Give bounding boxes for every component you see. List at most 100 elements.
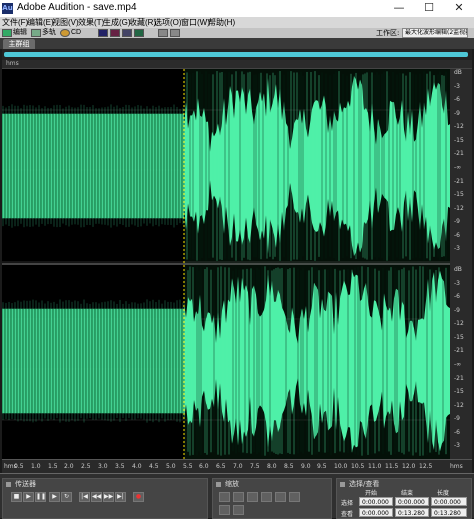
col-length-header: 长度: [437, 490, 450, 497]
menu-edit[interactable]: 编辑(E): [27, 17, 54, 28]
tab-strip: 主群组: [0, 38, 474, 49]
view-end-field[interactable]: 0:13.280: [395, 508, 429, 517]
db-tick-label: -6: [454, 428, 460, 436]
db-tick-label: -3: [454, 442, 460, 450]
zoom-navigator[interactable]: [2, 49, 472, 60]
time-tick-label: 4.0: [132, 463, 142, 470]
time-tick-label: 1.5: [48, 463, 58, 470]
waveform-editor[interactable]: [2, 69, 450, 459]
col-end-header: 结束: [401, 490, 414, 497]
db-tick-label: -12: [454, 401, 464, 409]
cd-view-button[interactable]: CD: [71, 28, 81, 38]
db-tick-label: -∞: [454, 164, 462, 171]
time-tick-label: 2.5: [81, 463, 91, 470]
play-button[interactable]: ▶: [23, 492, 34, 502]
multitrack-view-icon[interactable]: [31, 29, 41, 37]
lower-panels: 传送器 ■ ▶ ❚❚ ▶ ↻ |◀ ◀◀ ▶▶ ▶| ● 缩放 选择/查看 开始…: [0, 473, 474, 519]
zoom-to-left-edge-icon[interactable]: [275, 492, 286, 502]
marquee-tool-icon[interactable]: [170, 29, 180, 37]
workspace-select[interactable]: 最大化波形编辑(2监视器): [402, 28, 468, 38]
db-tick-label: -6: [454, 293, 460, 301]
maximize-button[interactable]: ☐: [414, 0, 444, 17]
row-view-label: 查看: [341, 511, 354, 518]
time-tick-label: 12.0: [402, 463, 416, 470]
time-ruler[interactable]: hms 0.5 1.0 1.5 2.0 2.5 3.0 3.5 4.0 4.5 5.0 5.5 6.0 6…: [2, 459, 472, 473]
edit-view-button[interactable]: 编辑: [13, 28, 27, 38]
display-phase-icon[interactable]: [134, 29, 144, 37]
time-tick-label: 5.5: [183, 463, 193, 470]
db-tick-label: -3: [454, 82, 460, 90]
time-tick-label: 10.0: [334, 463, 348, 470]
time-tick-label: 0.5: [14, 463, 24, 470]
edit-view-icon[interactable]: [2, 29, 12, 37]
db-tick-label: -21: [454, 347, 464, 355]
time-tick-label: 2.0: [64, 463, 74, 470]
play-to-end-button[interactable]: ▶: [49, 492, 60, 502]
db-tick-label: -9: [454, 306, 460, 314]
time-ruler-end-unit: hms: [450, 463, 463, 470]
view-length-field[interactable]: 0:13.280: [431, 508, 467, 517]
time-tick-label: 12.5: [419, 463, 433, 470]
record-button[interactable]: ●: [133, 492, 144, 502]
display-spectral-icon[interactable]: [110, 29, 120, 37]
pause-button[interactable]: ❚❚: [35, 492, 46, 502]
multitrack-view-button[interactable]: 多轨: [42, 28, 56, 38]
zoom-in-vertical-icon[interactable]: [219, 505, 230, 515]
tab-main-group[interactable]: 主群组: [3, 39, 35, 49]
time-tick-label: 6.0: [199, 463, 209, 470]
time-tick-label: 1.0: [31, 463, 41, 470]
menu-generate[interactable]: 生成(G): [103, 17, 131, 28]
minimize-button[interactable]: —: [384, 0, 414, 17]
panel-grip-icon[interactable]: [340, 482, 345, 487]
menu-help[interactable]: 帮助(H): [208, 17, 235, 28]
time-tick-label: 11.0: [368, 463, 382, 470]
panel-grip-icon[interactable]: [216, 482, 221, 487]
zoom-in-horizontal-icon[interactable]: [219, 492, 230, 502]
zoom-out-horizontal-icon[interactable]: [233, 492, 244, 502]
fast-forward-button[interactable]: ▶▶: [103, 492, 114, 502]
time-tick-label: 9.5: [317, 463, 327, 470]
panel-grip-icon[interactable]: [6, 482, 11, 487]
zoom-out-vertical-icon[interactable]: [233, 505, 244, 515]
stop-button[interactable]: ■: [11, 492, 22, 502]
db-tick-label: -21: [454, 150, 464, 158]
rewind-button[interactable]: ◀◀: [91, 492, 102, 502]
top-ruler-unit: hms: [6, 60, 19, 67]
zoom-to-selection-icon[interactable]: [261, 492, 272, 502]
db-tick-label: -6: [454, 231, 460, 239]
waveform-display[interactable]: [2, 69, 450, 459]
db-tick-label: -21: [454, 177, 464, 185]
zoom-navigator-bar[interactable]: [4, 52, 468, 57]
menu-favorites[interactable]: 收藏(R): [129, 17, 156, 28]
selection-length-field[interactable]: 0:00.000: [431, 497, 467, 506]
time-tick-label: 7.5: [250, 463, 260, 470]
db-tick-label: -15: [454, 191, 464, 199]
time-tick-label: 9.0: [301, 463, 311, 470]
view-start-field[interactable]: 0:00.000: [359, 508, 393, 517]
zoom-to-right-edge-icon[interactable]: [289, 492, 300, 502]
go-to-start-button[interactable]: |◀: [79, 492, 90, 502]
col-start-header: 开始: [365, 490, 378, 497]
window-title: Adobe Audition - save.mp4: [17, 2, 137, 13]
close-button[interactable]: ✕: [444, 0, 474, 17]
menu-file[interactable]: 文件(F): [2, 17, 28, 28]
loop-button[interactable]: ↻: [61, 492, 72, 502]
menu-view[interactable]: 视图(V): [52, 17, 79, 28]
time-tick-label: 3.0: [98, 463, 108, 470]
menu-window[interactable]: 窗口(W): [181, 17, 210, 28]
menu-options[interactable]: 选项(O): [154, 17, 182, 28]
display-pan-icon[interactable]: [122, 29, 132, 37]
selection-end-field[interactable]: 0:00.000: [395, 497, 429, 506]
display-waveform-icon[interactable]: [98, 29, 108, 37]
selection-start-field[interactable]: 0:00.000: [359, 497, 393, 506]
cd-view-icon[interactable]: [60, 29, 70, 37]
time-selection-tool-icon[interactable]: [158, 29, 168, 37]
workspace-label: 工作区:: [376, 29, 400, 37]
time-tick-label: 8.5: [284, 463, 294, 470]
toolbar: 编辑 多轨 CD 工作区: 最大化波形编辑(2监视器): [0, 28, 474, 38]
time-tick-label: 4.5: [149, 463, 159, 470]
transport-title: 传送器: [15, 480, 36, 488]
go-to-end-button[interactable]: ▶|: [115, 492, 126, 502]
zoom-out-full-icon[interactable]: [247, 492, 258, 502]
menu-effects[interactable]: 效果(T): [78, 17, 104, 28]
